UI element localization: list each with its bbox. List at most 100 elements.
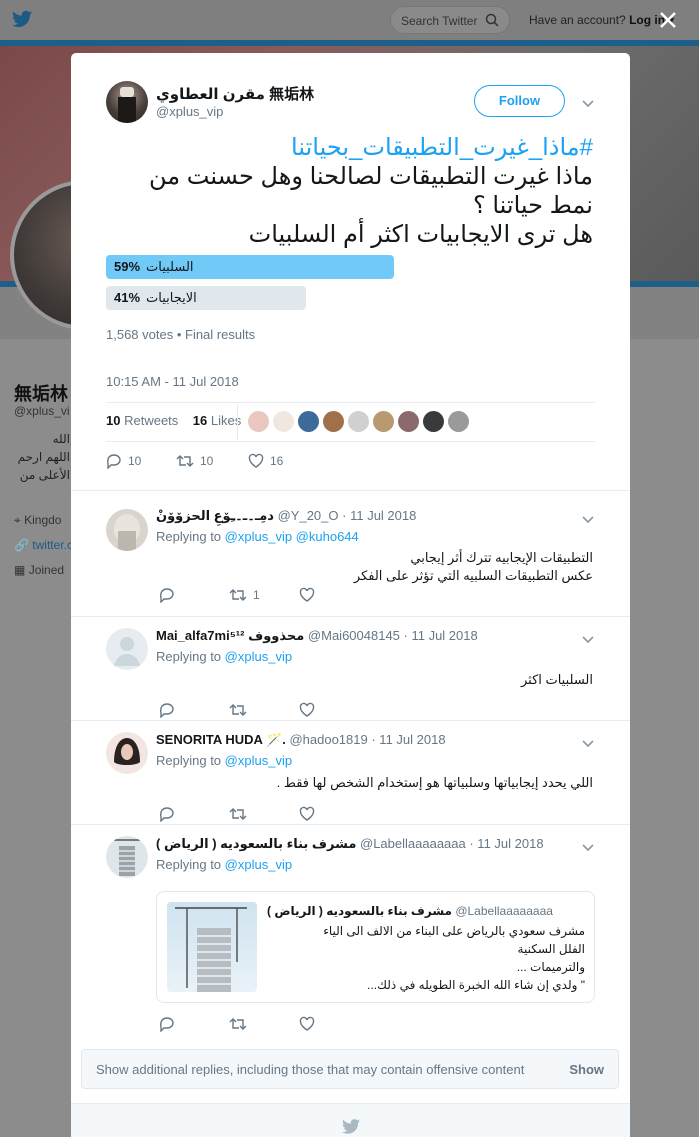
reply-count: 10 xyxy=(128,454,142,468)
reply-date[interactable]: · 11 Jul 2018 xyxy=(404,628,478,643)
quoted-author-handle[interactable]: @Labellaaaaaaaa xyxy=(455,904,553,918)
reply-date[interactable]: · 11 Jul 2018 xyxy=(371,732,445,747)
like-action[interactable] xyxy=(299,806,315,822)
retweet-icon xyxy=(229,806,247,822)
bio-line: اللهم ارحم xyxy=(17,450,70,464)
retweet-action[interactable] xyxy=(229,806,247,822)
poll-percentage: 59% xyxy=(114,259,141,274)
more-replies-text: Show additional replies, including those… xyxy=(96,1062,525,1077)
search-icon[interactable] xyxy=(485,13,499,30)
author-avatar[interactable] xyxy=(106,81,148,123)
profile-bio: الله اللهم ارحم الأعلى من xyxy=(14,430,70,484)
chevron-down-icon[interactable] xyxy=(582,631,594,649)
quoted-tweet[interactable]: مشرف بناء بالسعوديه ( الرياض ) @Labellaa… xyxy=(156,891,595,1003)
liker-avatar[interactable] xyxy=(423,411,444,432)
liker-avatar[interactable] xyxy=(398,411,419,432)
like-action[interactable] xyxy=(299,587,315,603)
poll-option-label: الايجابيات xyxy=(146,290,197,305)
close-icon[interactable] xyxy=(658,10,682,34)
twitter-logo-icon[interactable] xyxy=(12,10,32,33)
liker-avatar[interactable] xyxy=(448,411,469,432)
reply-text: اللي يحدد إيجابياتها وسلبياتها هو إستخدا… xyxy=(276,775,593,790)
like-action[interactable] xyxy=(299,1016,315,1032)
liker-avatar[interactable] xyxy=(248,411,269,432)
chevron-down-icon[interactable] xyxy=(582,735,594,753)
heart-icon xyxy=(299,806,315,822)
reply-author-handle[interactable]: @Mai60048145 xyxy=(308,628,400,643)
calendar-icon: ▦ xyxy=(14,563,26,577)
liker-avatar[interactable] xyxy=(298,411,319,432)
reply-header: دمِـ۔ـ۔ـِۆعِ الحزۆۆنْ @Y_20_O · 11 Jul 2… xyxy=(156,508,416,524)
reply-avatar[interactable] xyxy=(106,628,148,670)
reply-tweet[interactable]: دمِـ۔ـ۔ـِۆعِ الحزۆۆنْ @Y_20_O · 11 Jul 2… xyxy=(71,490,630,616)
chevron-down-icon[interactable] xyxy=(582,511,594,529)
reply-author-name[interactable]: Mai_alfa7mi⁵¹² محذووف xyxy=(156,628,304,643)
profile-location: ⌖ Kingdo xyxy=(14,513,61,528)
link-icon: 🔗 xyxy=(14,538,29,552)
replying-to-link[interactable]: @xplus_vip xyxy=(225,857,292,872)
reply-tweet[interactable]: SENORITA HUDA 🪄. @hadoo1819 · 11 Jul 201… xyxy=(71,720,630,824)
likers-avatars xyxy=(248,411,473,432)
search-input[interactable]: Search Twitter xyxy=(390,6,510,34)
author-name[interactable]: مقرن العطاوي 無垢林 xyxy=(156,83,314,104)
reply-tweet[interactable]: Mai_alfa7mi⁵¹² محذووف @Mai60048145 · 11 … xyxy=(71,616,630,720)
hashtag-link[interactable]: #ماذا_غيرت_التطبيقات_بحياتنا xyxy=(106,133,593,162)
reply-action[interactable] xyxy=(159,1016,175,1032)
reply-author-name[interactable]: دمِـ۔ـ۔ـِۆعِ الحزۆۆنْ xyxy=(156,508,274,523)
tweet-timestamp[interactable]: 10:15 AM - 11 Jul 2018 xyxy=(106,374,239,389)
divider xyxy=(237,404,238,440)
poll-option: 59% السلبيات xyxy=(106,255,394,279)
quoted-tweet-header: مشرف بناء بالسعوديه ( الرياض ) @Labellaa… xyxy=(267,904,553,918)
reply-author-name[interactable]: SENORITA HUDA 🪄. xyxy=(156,732,286,747)
reply-author-name[interactable]: مشرف بناء بالسعوديه ( الرياض ) xyxy=(156,836,356,851)
retweet-count: 10 xyxy=(200,454,214,468)
retweet-action[interactable]: 10 xyxy=(176,453,213,469)
replying-to-link[interactable]: @xplus_vip xyxy=(225,753,292,768)
like-action[interactable] xyxy=(299,702,315,718)
profile-handle: @xplus_vi xyxy=(14,404,70,418)
reply-action[interactable]: 10 xyxy=(106,453,141,469)
quoted-author-name[interactable]: مشرف بناء بالسعوديه ( الرياض ) xyxy=(267,904,452,918)
reply-icon xyxy=(159,806,175,822)
liker-avatar[interactable] xyxy=(273,411,294,432)
retweet-count: 1 xyxy=(253,588,260,602)
joined-text: Joined xyxy=(28,563,65,577)
show-button[interactable]: Show xyxy=(569,1062,604,1077)
replying-to-link[interactable]: @xplus_vip @kuho644 xyxy=(225,529,359,544)
like-action[interactable]: 16 xyxy=(248,453,283,469)
liker-avatar[interactable] xyxy=(348,411,369,432)
retweet-action[interactable] xyxy=(229,1016,247,1032)
reply-author-handle[interactable]: @Y_20_O xyxy=(278,508,339,523)
show-more-replies-bar[interactable]: Show additional replies, including those… xyxy=(81,1049,619,1089)
reply-icon xyxy=(159,587,175,603)
bio-line: الأعلى من xyxy=(19,468,70,482)
liker-avatar[interactable] xyxy=(373,411,394,432)
poll-votes: 1,568 votes xyxy=(106,327,174,342)
replying-to-link[interactable]: @xplus_vip xyxy=(225,649,292,664)
liker-avatar[interactable] xyxy=(323,411,344,432)
retweet-action[interactable] xyxy=(229,702,247,718)
reply-action[interactable] xyxy=(159,587,175,603)
reply-action[interactable] xyxy=(159,702,175,718)
reply-action[interactable] xyxy=(159,806,175,822)
poll-status: Final results xyxy=(185,327,256,342)
retweets-stat[interactable]: 10 Retweets xyxy=(106,413,178,428)
divider xyxy=(106,441,595,442)
reply-avatar[interactable] xyxy=(106,836,148,878)
reply-date[interactable]: · 11 Jul 2018 xyxy=(469,836,543,851)
retweet-action[interactable]: 1 xyxy=(229,587,260,603)
follow-button[interactable]: Follow xyxy=(474,85,565,117)
reply-author-handle[interactable]: @hadoo1819 xyxy=(289,732,367,747)
quoted-tweet-image[interactable] xyxy=(167,902,257,992)
reply-avatar[interactable] xyxy=(106,509,148,551)
author-handle[interactable]: @xplus_vip xyxy=(156,104,223,119)
reply-date[interactable]: · 11 Jul 2018 xyxy=(342,508,416,523)
likes-stat[interactable]: 16 Likes xyxy=(193,413,241,428)
website-link[interactable]: twitter.c xyxy=(32,538,73,552)
chevron-down-icon[interactable] xyxy=(582,95,594,113)
chevron-down-icon[interactable] xyxy=(582,839,594,857)
reply-header: مشرف بناء بالسعوديه ( الرياض ) @Labellaa… xyxy=(156,836,544,852)
reply-author-handle[interactable]: @Labellaaaaaaaa xyxy=(360,836,466,851)
search-placeholder: Search Twitter xyxy=(401,14,478,28)
reply-avatar[interactable] xyxy=(106,732,148,774)
